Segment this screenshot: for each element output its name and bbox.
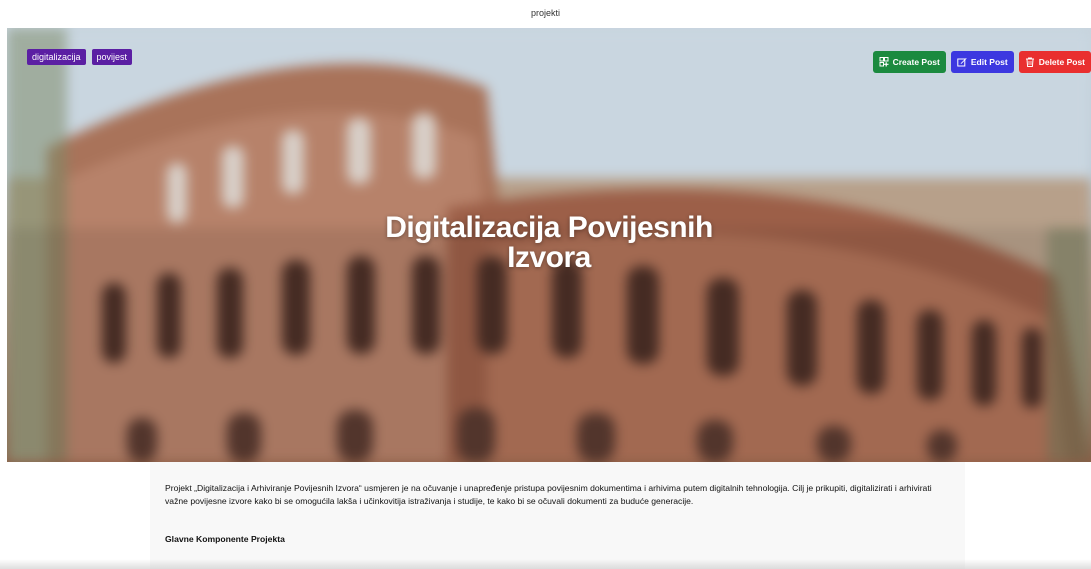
tag-list: digitalizacija povijest (27, 49, 133, 65)
create-post-button[interactable]: Create Post (872, 51, 946, 73)
create-post-label: Create Post (892, 57, 940, 67)
post-title: Digitalizacija Povijesnih Izvora (7, 213, 1091, 273)
post-intro: Projekt „Digitalizacija i Arhiviranje Po… (165, 483, 932, 506)
delete-post-button[interactable]: Delete Post (1018, 51, 1091, 73)
trash-icon (1025, 57, 1034, 67)
create-post-icon (879, 57, 889, 67)
post-content: Projekt „Digitalizacija i Arhiviranje Po… (150, 462, 965, 569)
page-label: projekti (530, 8, 560, 18)
tag-povijest[interactable]: povijest (91, 49, 133, 65)
section-heading: Glavne Komponente Projekta (165, 534, 285, 544)
edit-post-button[interactable]: Edit Post (950, 51, 1014, 73)
edit-icon (957, 58, 967, 67)
hero-banner: digitalizacija povijest Create Post Edit… (7, 28, 1091, 462)
scroll-shadow (0, 559, 1091, 569)
tag-digitalizacija[interactable]: digitalizacija (27, 49, 86, 65)
post-actions: Create Post Edit Post Delete Post (872, 51, 1091, 73)
page: projekti digitalizacija povijest Create … (0, 0, 1091, 569)
edit-post-label: Edit Post (970, 57, 1008, 67)
delete-post-label: Delete Post (1038, 57, 1085, 67)
post-title-line1: Digitalizacija Povijesnih (385, 211, 713, 244)
post-title-line2: Izvora (507, 241, 591, 274)
